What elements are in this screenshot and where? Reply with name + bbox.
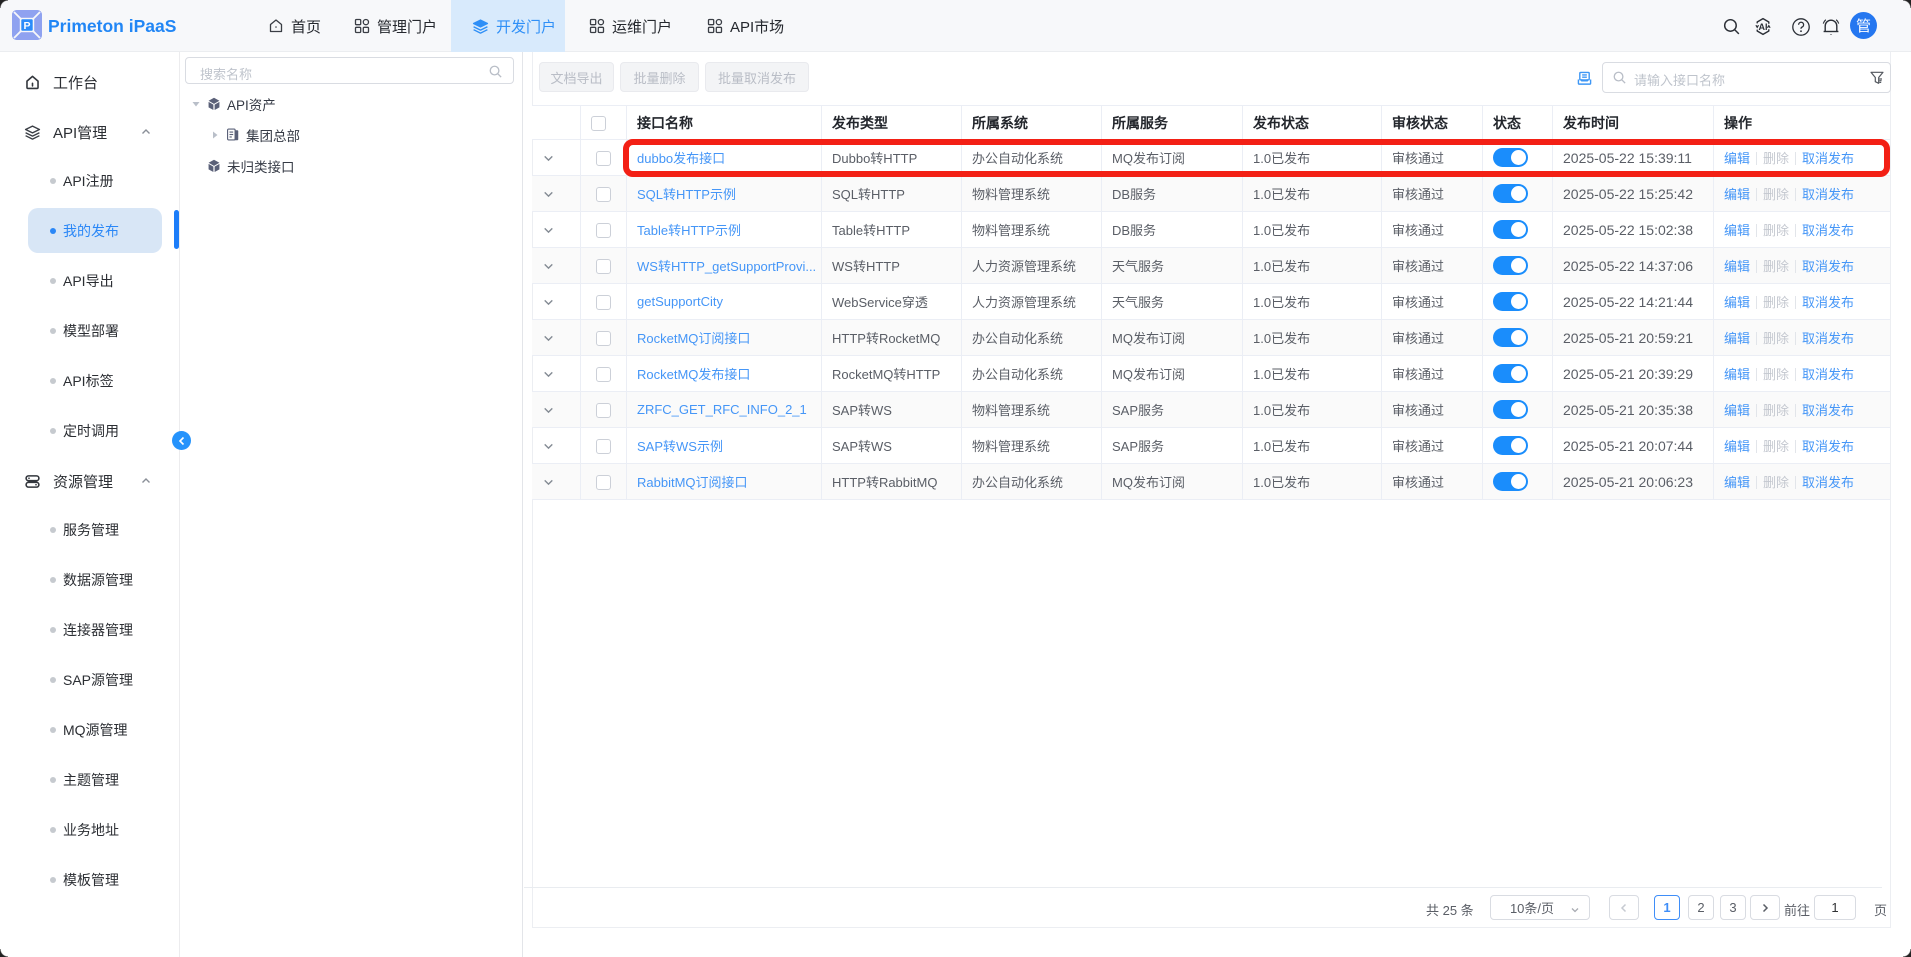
svg-text:P: P — [23, 20, 30, 32]
svg-text:AI: AI — [1759, 22, 1768, 32]
